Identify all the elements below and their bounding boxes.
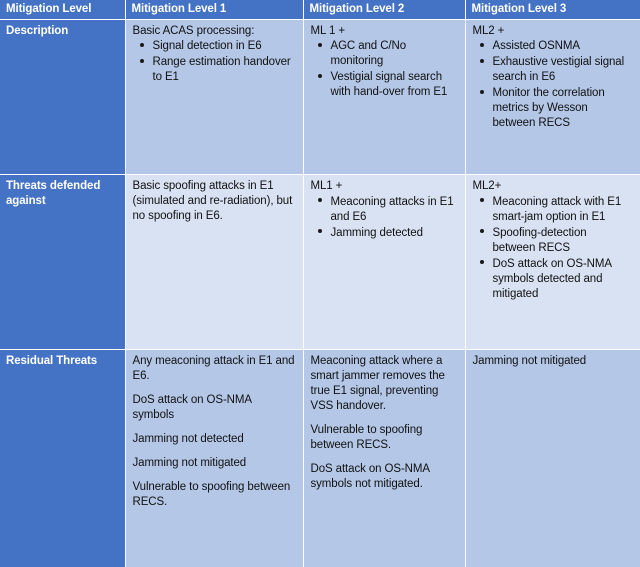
column-header-mitigation-level-1: Mitigation Level 1 <box>125 0 304 19</box>
list-item: Range estimation handover to E1 <box>139 55 295 85</box>
table-row: Residual Threats Any meaconing attack in… <box>0 349 640 567</box>
list-item: Meaconing attacks in E1 and E6 <box>317 195 457 225</box>
column-header-mitigation-level-3: Mitigation Level 3 <box>465 0 640 19</box>
list-item-label: AGC and C/No monitoring <box>330 40 407 68</box>
list-item-label: Vestigial signal search with hand-over f… <box>330 71 448 99</box>
bullet-dot-icon <box>317 229 322 234</box>
list-item: Signal detection in E6 <box>139 39 295 54</box>
mitigation-levels-table: Mitigation Level Mitigation Level 1 Miti… <box>0 0 640 567</box>
cell-paragraph: Jamming not detected <box>132 433 244 446</box>
bullet-list: Signal detection in E6 Range estimation … <box>133 39 295 85</box>
cell-lead-text: Basic ACAS processing: <box>132 24 255 37</box>
cell-paragraph: Jamming not mitigated <box>132 457 247 470</box>
cell-lead-text: ML2 + <box>472 24 505 37</box>
bullet-list: Assisted OSNMA Exhaustive vestigial sign… <box>473 39 633 131</box>
list-item: Exhaustive vestigial signal search in E6 <box>479 55 633 85</box>
bullet-dot-icon <box>479 229 484 234</box>
cell-lead-text: Basic spoofing attacks in E1 (simulated … <box>132 180 293 222</box>
column-header-mitigation-level: Mitigation Level <box>0 0 126 19</box>
list-item-label: Assisted OSNMA <box>492 40 581 53</box>
cell-description-ml2: ML 1 + AGC and C/No monitoring Vestigial… <box>303 18 466 175</box>
cell-residual-threats-ml3: Jamming not mitigated <box>465 349 640 567</box>
cell-threats-defended-ml1: Basic spoofing attacks in E1 (simulated … <box>125 174 304 350</box>
bullet-dot-icon <box>479 42 484 47</box>
row-label-description: Description <box>0 18 126 175</box>
list-item-label: Exhaustive vestigial signal search in E6 <box>492 56 625 84</box>
list-item: AGC and C/No monitoring <box>317 39 457 69</box>
table-row: Threats defended against Basic spoofing … <box>0 174 640 350</box>
list-item: Vestigial signal search with hand-over f… <box>317 70 457 100</box>
row-label-residual-threats: Residual Threats <box>0 349 126 567</box>
cell-description-ml1: Basic ACAS processing: Signal detection … <box>125 18 304 175</box>
cell-paragraph: DoS attack on OS-NMA symbols not mitigat… <box>310 463 430 490</box>
row-label-threats-defended-against: Threats defended against <box>0 174 126 350</box>
cell-lead-text: ML 1 + <box>310 24 346 37</box>
list-item-label: Meaconing attacks in E1 and E6 <box>330 196 454 223</box>
list-item-label: DoS attack on OS-NMA symbols detected an… <box>492 257 612 300</box>
cell-paragraph: Vulnerable to spoofing between RECS. <box>310 424 423 452</box>
bullet-list: Meaconing attacks in E1 and E6 Jamming d… <box>311 195 457 241</box>
column-header-mitigation-level-2: Mitigation Level 2 <box>303 0 466 19</box>
cell-paragraph: Jamming not mitigated <box>472 355 587 368</box>
cell-threats-defended-ml2: ML1 + Meaconing attacks in E1 and E6 Jam… <box>303 174 466 350</box>
list-item: Meaconing attack with E1 smart-jam optio… <box>479 195 633 225</box>
mitigation-table-container: Mitigation Level Mitigation Level 1 Miti… <box>0 0 640 567</box>
bullet-dot-icon <box>479 89 484 94</box>
list-item: Assisted OSNMA <box>479 39 633 54</box>
cell-paragraph: Meaconing attack where a smart jammer re… <box>310 355 445 413</box>
bullet-dot-icon <box>479 58 484 63</box>
bullet-dot-icon <box>317 42 322 47</box>
bullet-dot-icon <box>317 73 322 78</box>
bullet-dot-icon <box>317 198 322 203</box>
cell-description-ml3: ML2 + Assisted OSNMA Exhaustive vestigia… <box>465 18 640 175</box>
bullet-dot-icon <box>479 198 484 203</box>
bullet-dot-icon <box>139 58 144 63</box>
list-item-label: Jamming detected <box>330 226 423 239</box>
cell-residual-threats-ml1: Any meaconing attack in E1 and E6. DoS a… <box>125 349 304 567</box>
list-item-label: Monitor the correlation metrics by Wesso… <box>492 87 605 130</box>
cell-paragraph: DoS attack on OS-NMA symbols <box>132 394 252 422</box>
list-item: Spoofing-detection between RECS <box>479 226 633 256</box>
cell-threats-defended-ml3: ML2+ Meaconing attack with E1 smart-jam … <box>465 174 640 350</box>
list-item: DoS attack on OS-NMA symbols detected an… <box>479 257 633 302</box>
table-header-row: Mitigation Level Mitigation Level 1 Miti… <box>0 0 640 19</box>
cell-paragraph: Any meaconing attack in E1 and E6. <box>132 355 295 383</box>
bullet-list: AGC and C/No monitoring Vestigial signal… <box>311 39 457 100</box>
list-item-label: Meaconing attack with E1 smart-jam optio… <box>492 196 622 223</box>
list-item-label: Spoofing-detection between RECS <box>492 226 587 254</box>
list-item-label: Signal detection in E6 <box>152 40 262 53</box>
cell-residual-threats-ml2: Meaconing attack where a smart jammer re… <box>303 349 466 567</box>
bullet-list: Meaconing attack with E1 smart-jam optio… <box>473 195 633 302</box>
cell-paragraph: Vulnerable to spoofing between RECS. <box>132 481 291 508</box>
list-item: Monitor the correlation metrics by Wesso… <box>479 86 633 131</box>
bullet-dot-icon <box>479 260 484 265</box>
list-item-label: Range estimation handover to E1 <box>152 56 291 84</box>
table-row: Description Basic ACAS processing: Signa… <box>0 18 640 175</box>
list-item: Jamming detected <box>317 226 457 241</box>
cell-lead-text: ML1 + <box>310 180 343 193</box>
cell-lead-text: ML2+ <box>472 180 502 193</box>
bullet-dot-icon <box>139 42 144 47</box>
